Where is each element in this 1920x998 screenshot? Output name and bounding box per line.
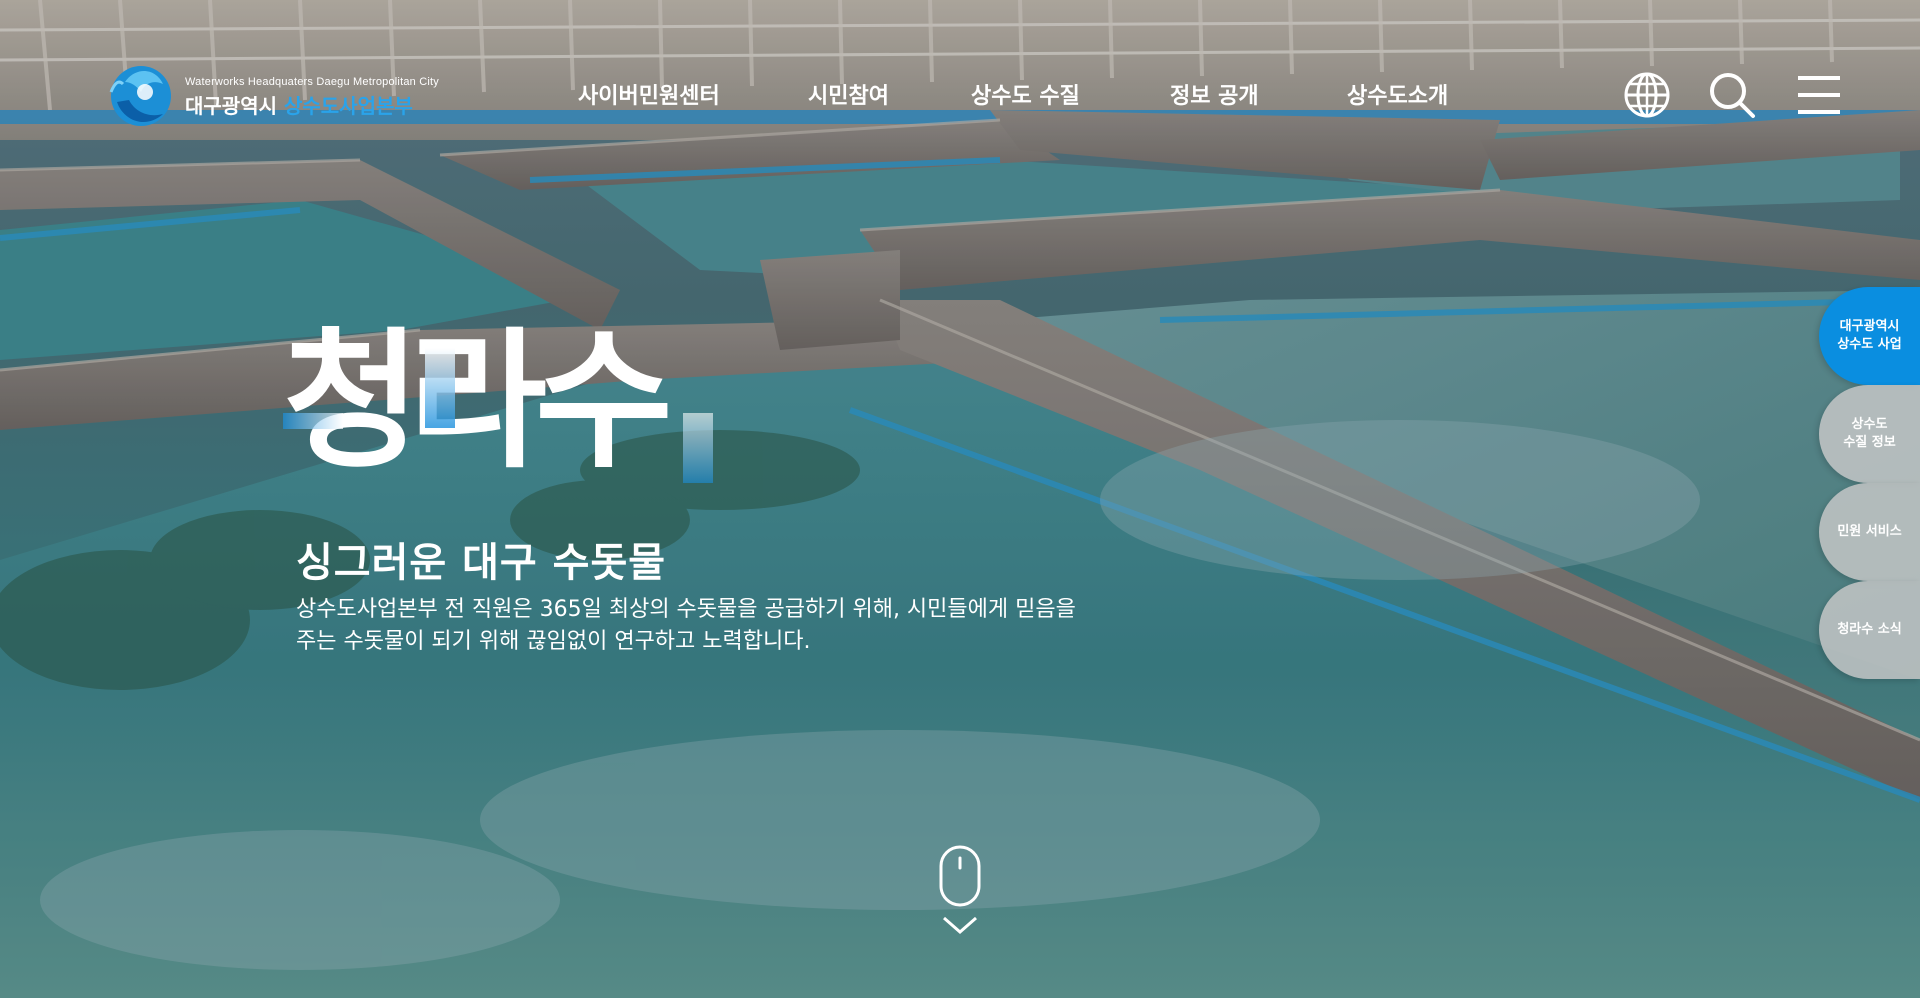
quick-menu-cheongrasu-news[interactable]: 청라수 소식: [1819, 581, 1920, 679]
nav-item-information-disclosure[interactable]: 정보 공개: [1170, 78, 1259, 110]
logo-subtitle-en: Waterworks Headquaters Daegu Metropolita…: [185, 75, 439, 88]
scroll-down-indicator[interactable]: [938, 844, 982, 938]
hero-brand-title-text: 청라수: [283, 318, 668, 489]
search-button[interactable]: [1707, 70, 1757, 120]
menu-button[interactable]: [1794, 70, 1844, 120]
mouse-scroll-icon: [939, 845, 981, 934]
logo-emblem-icon: [105, 62, 173, 132]
logo-title: 대구광역시 상수도사업본부: [185, 90, 439, 119]
quick-menu-civil-service[interactable]: 민원 서비스: [1819, 483, 1920, 581]
search-icon: [1710, 73, 1755, 118]
logo-title-accent: 상수도사업본부: [283, 93, 413, 118]
hero-brand-title: 청라수: [283, 318, 713, 489]
site-logo[interactable]: Waterworks Headquaters Daegu Metropolita…: [105, 62, 439, 132]
logo-title-prefix: 대구광역시: [185, 93, 277, 118]
nav-item-cyber-civil-center[interactable]: 사이버민원센터: [578, 78, 720, 110]
nav-item-water-quality[interactable]: 상수도 수질: [971, 78, 1080, 110]
hero-section: Waterworks Headquaters Daegu Metropolita…: [0, 0, 1920, 998]
nav-item-about-waterworks[interactable]: 상수도소개: [1347, 78, 1448, 110]
hero-description: 상수도사업본부 전 직원은 365일 최상의 수돗물을 공급하기 위해, 시민들…: [296, 597, 1076, 654]
nav-item-citizen-participation[interactable]: 시민참여: [808, 78, 889, 110]
language-button[interactable]: [1622, 70, 1672, 120]
globe-icon: [1624, 72, 1670, 118]
quick-menu: 대구광역시 상수도 사업 상수도 수질 정보 민원 서비스 청라수 소식: [1819, 287, 1920, 679]
menu-icon: [1798, 76, 1840, 114]
quick-menu-water-business[interactable]: 대구광역시 상수도 사업: [1819, 287, 1920, 385]
hero-subtitle: 싱그러운 대구 수돗물: [296, 540, 667, 586]
quick-menu-water-quality-info[interactable]: 상수도 수질 정보: [1819, 385, 1920, 483]
